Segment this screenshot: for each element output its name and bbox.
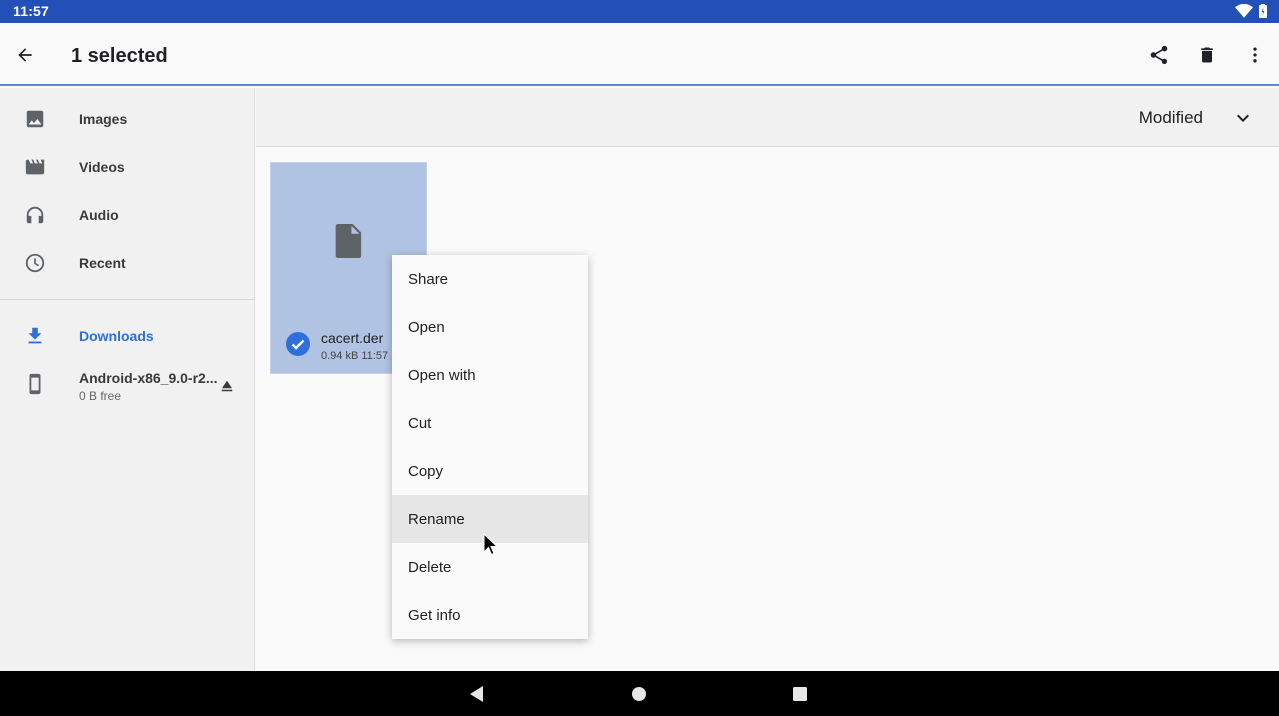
sort-bar: Modified xyxy=(256,88,1279,147)
sidebar-item-recent[interactable]: Recent xyxy=(0,239,254,287)
more-options-button[interactable] xyxy=(1231,40,1279,70)
back-button[interactable] xyxy=(10,40,40,70)
nav-back-icon[interactable] xyxy=(467,684,487,704)
sidebar-divider xyxy=(0,299,254,300)
sidebar-item-label: Downloads xyxy=(79,328,154,344)
file-name: cacert.der xyxy=(321,330,384,346)
nav-recents-icon[interactable] xyxy=(790,684,810,704)
clock-icon xyxy=(23,251,47,275)
sidebar-item-downloads[interactable]: Downloads xyxy=(0,312,254,360)
phone-icon xyxy=(23,372,47,396)
share-icon xyxy=(1150,45,1168,65)
file-icon xyxy=(335,224,362,258)
check-circle-icon xyxy=(286,332,310,356)
mouse-cursor-icon xyxy=(483,533,499,556)
app-bar: 1 selected xyxy=(0,23,1279,86)
more-vert-icon xyxy=(1253,47,1257,63)
film-icon xyxy=(23,155,47,179)
sidebar-item-label: Recent xyxy=(79,255,126,271)
wifi-icon xyxy=(1235,4,1253,18)
trash-icon xyxy=(1201,47,1213,63)
sidebar-item-images[interactable]: Images xyxy=(0,95,254,143)
sidebar-item-label: Audio xyxy=(79,207,119,223)
arrow-back-icon xyxy=(18,48,32,62)
headphones-icon xyxy=(23,203,47,227)
menu-item-open[interactable]: Open xyxy=(392,303,588,351)
menu-item-get-info[interactable]: Get info xyxy=(392,591,588,639)
image-icon xyxy=(23,107,47,131)
status-bar: 11:57 xyxy=(0,0,1279,23)
menu-item-copy[interactable]: Copy xyxy=(392,447,588,495)
nav-home-icon[interactable] xyxy=(629,684,649,704)
sidebar-item-videos[interactable]: Videos xyxy=(0,143,254,191)
storage-label: Android-x86_9.0-r2... xyxy=(79,370,218,386)
sidebar-item-audio[interactable]: Audio xyxy=(0,191,254,239)
battery-icon xyxy=(1259,4,1267,18)
menu-item-open-with[interactable]: Open with xyxy=(392,351,588,399)
chevron-down-icon[interactable] xyxy=(1231,106,1255,130)
storage-free-space: 0 B free xyxy=(79,389,122,403)
navigation-bar xyxy=(0,671,1279,716)
sidebar-item-label: Videos xyxy=(79,159,125,175)
sidebar: Images Videos Audio Recent Downloads And… xyxy=(0,88,255,671)
status-time: 11:57 xyxy=(13,3,50,19)
sort-dropdown[interactable]: Modified xyxy=(1139,108,1203,128)
share-button[interactable] xyxy=(1135,40,1183,70)
menu-item-share[interactable]: Share xyxy=(392,255,588,303)
download-icon xyxy=(23,324,47,348)
app-actions xyxy=(1135,40,1279,70)
context-menu: Share Open Open with Cut Copy Rename Del… xyxy=(392,255,588,639)
eject-icon[interactable] xyxy=(218,377,236,395)
file-meta: 0.94 kB 11:57 xyxy=(321,350,389,362)
menu-item-cut[interactable]: Cut xyxy=(392,399,588,447)
status-icons xyxy=(1235,4,1267,18)
sidebar-item-label: Images xyxy=(79,111,128,127)
delete-button[interactable] xyxy=(1183,40,1231,70)
page-title: 1 selected xyxy=(71,45,168,67)
